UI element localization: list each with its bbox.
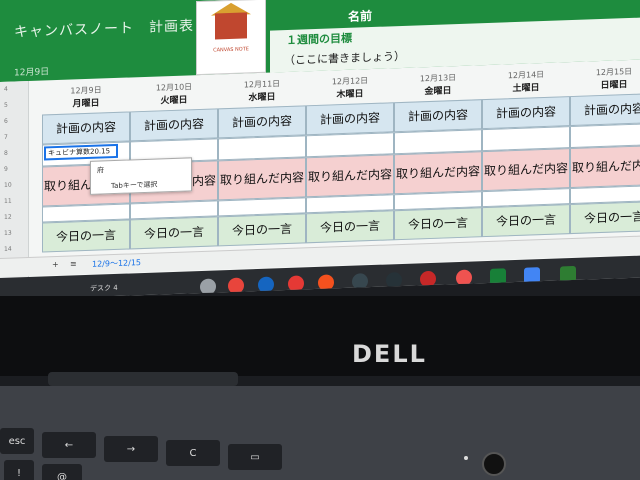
hinge (48, 372, 238, 386)
files-icon[interactable] (200, 278, 216, 296)
key-back[interactable]: ← (42, 432, 96, 458)
key-exclaim[interactable]: ! (4, 460, 34, 480)
keyboard-deck (0, 386, 640, 480)
done-cell[interactable]: 取り組んだ内容 (394, 151, 482, 195)
day-column: 12月11日 水曜日 (218, 77, 306, 104)
app-icon[interactable] (352, 273, 368, 290)
done-cell[interactable]: 取り組んだ内容 (218, 157, 306, 201)
youtube-icon[interactable] (288, 275, 304, 292)
entry-cell[interactable] (570, 123, 640, 149)
suggestion-hint: Tabキーで選択 (111, 180, 158, 191)
app-icon[interactable] (318, 274, 334, 291)
canvas-note-logo: CANVAS NOTE (196, 0, 266, 76)
app-icon[interactable] (456, 269, 472, 287)
word-cell[interactable]: 今日の一言 (482, 204, 570, 238)
day-column: 12月12日 木曜日 (306, 74, 394, 101)
column-weekday: 日曜日 (600, 80, 628, 92)
entry-cell[interactable] (394, 129, 482, 155)
laptop-screen: キャンバスノート 計画表 12月9日 CANVAS NOTE 名前 １週間の目標… (0, 0, 640, 301)
plan-cell[interactable]: 計画の内容 (42, 111, 130, 145)
camera-lens-icon (482, 452, 506, 476)
word-cell[interactable]: 今日の一言 (570, 201, 640, 235)
column-weekday: 土曜日 (512, 83, 540, 95)
entry-cell[interactable] (306, 132, 394, 158)
entry-cell[interactable] (218, 135, 306, 161)
entry-cell[interactable] (482, 126, 570, 152)
day-column: 12月15日 日曜日 (570, 65, 640, 92)
key-refresh[interactable]: C (166, 440, 220, 466)
word-cell[interactable]: 今日の一言 (394, 207, 482, 241)
done-cell[interactable]: 取り組んだ内容 (482, 148, 570, 192)
word-cell[interactable]: 今日の一言 (306, 210, 394, 244)
day-column: 12月14日 土曜日 (482, 68, 570, 95)
column-weekday: 火曜日 (160, 95, 188, 107)
column-weekday: 月曜日 (72, 98, 100, 110)
plan-cell[interactable]: 計画の内容 (482, 96, 570, 130)
key-fullscreen[interactable]: ▭ (228, 444, 282, 470)
sheet-list-button[interactable]: ≡ (70, 259, 77, 268)
status-led (464, 456, 468, 460)
day-column: 12月9日 月曜日 (42, 83, 130, 110)
desk-label[interactable]: デスク 4 (90, 283, 118, 294)
sheet-title: キャンバスノート 計画表 (14, 18, 194, 41)
docs-icon[interactable] (524, 267, 540, 284)
plan-cell[interactable]: 計画の内容 (306, 102, 394, 136)
suggestion-item[interactable]: 府 (97, 165, 104, 175)
active-cell-editor[interactable]: キュビナ算数20.15 (44, 143, 118, 161)
screen-bezel (0, 296, 640, 376)
key-esc[interactable]: esc (0, 428, 34, 454)
photo-scene: キャンバスノート 計画表 12月9日 CANVAS NOTE 名前 １週間の目標… (0, 0, 640, 480)
word-cell[interactable]: 今日の一言 (218, 213, 306, 247)
sheet-tab-active[interactable]: 12/9〜12/15 (92, 257, 141, 270)
name-label: 名前 (348, 9, 373, 24)
plan-cell[interactable]: 計画の内容 (394, 99, 482, 133)
app-icon[interactable] (420, 270, 436, 288)
sheets-icon[interactable] (490, 268, 506, 285)
plan-cell[interactable]: 計画の内容 (570, 93, 640, 127)
key-at[interactable]: @ (42, 464, 82, 480)
autocomplete-popup[interactable]: 府 Tabキーで選択 (90, 157, 192, 195)
goal-label: １週間の目標 (286, 31, 352, 48)
app-icon[interactable] (258, 276, 274, 293)
word-cell[interactable]: 今日の一言 (42, 219, 130, 253)
done-cell[interactable]: 取り組んだ内容 (306, 154, 394, 198)
add-sheet-button[interactable]: + (52, 260, 59, 269)
classroom-icon[interactable] (560, 265, 576, 283)
done-cell[interactable]: 取り組んだ内容 (570, 145, 640, 189)
sheet-date: 12月9日 (14, 67, 50, 79)
day-column: 12月13日 金曜日 (394, 71, 482, 98)
key-forward[interactable]: → (104, 436, 158, 462)
column-weekday: 木曜日 (336, 89, 364, 101)
column-weekday: 水曜日 (248, 92, 276, 104)
plan-cell[interactable]: 計画の内容 (130, 108, 218, 142)
word-cell[interactable]: 今日の一言 (130, 216, 218, 250)
app-icon[interactable] (228, 277, 244, 295)
dell-logo: DELL (352, 340, 427, 368)
day-column: 12月10日 火曜日 (130, 80, 218, 107)
plan-cell[interactable]: 計画の内容 (218, 105, 306, 139)
column-weekday: 金曜日 (424, 86, 452, 98)
app-icon[interactable] (386, 271, 402, 289)
